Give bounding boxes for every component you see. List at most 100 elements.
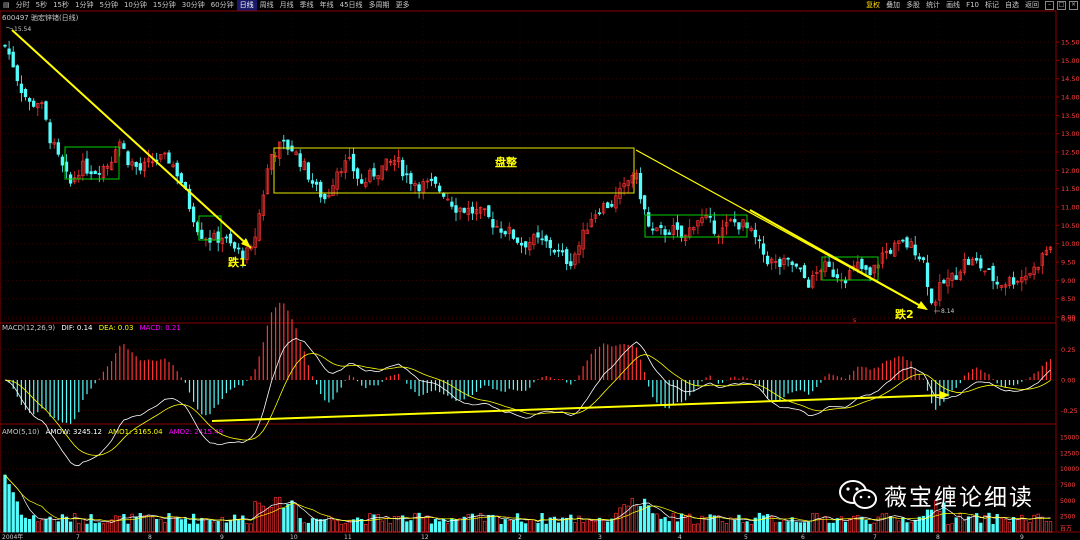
candle-body	[310, 180, 315, 184]
volume-bar	[950, 523, 954, 533]
x-tick-label: 9	[220, 534, 224, 540]
candle-body	[323, 193, 327, 200]
volume-bar	[528, 519, 532, 533]
candle-body	[540, 238, 544, 241]
candle-body	[651, 228, 655, 231]
volume-bar	[905, 522, 909, 533]
volume-bar	[224, 522, 229, 533]
volume-bar	[675, 521, 680, 533]
volume-bar	[589, 520, 593, 533]
volume-bar	[93, 523, 97, 533]
volume-bar	[733, 519, 737, 533]
x-tick-label: 6	[801, 534, 805, 540]
candle-body	[556, 249, 561, 252]
volume-bar	[126, 523, 130, 533]
volume-bar	[73, 513, 77, 533]
volume-bar	[323, 519, 327, 533]
candle-body	[314, 181, 319, 185]
volume-bar	[163, 522, 167, 533]
price-panel-frame	[0, 10, 1057, 324]
candle-body	[3, 44, 7, 47]
volume-bar	[7, 484, 11, 533]
volume-bar	[331, 519, 335, 533]
volume-bar	[187, 523, 192, 533]
macd-tick-label: 0.00	[1061, 377, 1075, 385]
grid-lines	[0, 11, 1056, 532]
candle-body	[442, 193, 446, 197]
volume-bar	[11, 492, 15, 533]
volume-bar	[364, 524, 368, 533]
volume-bar	[347, 520, 352, 533]
candle-body	[515, 237, 520, 243]
volume-bar	[556, 522, 561, 533]
volume-bar	[524, 523, 528, 533]
volume-bar	[1003, 519, 1008, 533]
volume-bar	[306, 522, 311, 533]
candle-body	[351, 153, 356, 172]
candle-body	[237, 247, 241, 250]
candle-body	[548, 239, 552, 249]
volume-bar	[729, 517, 733, 533]
volume-bar	[388, 522, 393, 533]
volume-bar	[802, 522, 807, 533]
volume-bar	[835, 518, 839, 533]
candle-body	[454, 205, 458, 213]
volume-bar	[278, 496, 282, 533]
volume-bar	[446, 523, 450, 533]
candle-body	[56, 142, 60, 155]
volume-bar	[901, 517, 905, 533]
candle-body	[191, 206, 196, 223]
candle-body	[905, 237, 909, 248]
volume-bar	[286, 503, 290, 533]
volume-bar	[1044, 520, 1049, 533]
price-tick-label: 11.00	[1061, 204, 1080, 212]
volume-bar	[843, 521, 848, 533]
candle-body	[913, 244, 917, 256]
volume-bar	[991, 524, 995, 533]
volume-bar	[540, 513, 544, 533]
volume-bar	[782, 519, 786, 533]
high-price-label: 15.54	[14, 26, 31, 33]
downtrend-line-2b	[749, 209, 927, 310]
volume-bar	[770, 516, 774, 533]
volume-bar	[1016, 519, 1020, 533]
volume-bar	[511, 519, 516, 533]
volume-bar	[200, 517, 204, 533]
x-tick-label: 8	[148, 534, 152, 540]
kline-chart[interactable]: 15.50 15.00 14.50 14.00 13.50 13.00 12.50 12.00…	[0, 0, 1080, 540]
candle-body	[437, 185, 442, 192]
amo-tick-label: 12500	[1060, 450, 1079, 457]
candle-body	[925, 262, 930, 287]
candle-body	[355, 168, 360, 179]
volume-bar	[630, 497, 634, 533]
candle-body	[487, 205, 491, 217]
x-tick-label: 7	[76, 534, 80, 540]
volume-bar	[335, 520, 339, 533]
volume-bar	[265, 508, 270, 533]
candle-body	[757, 239, 762, 242]
volume-bar	[314, 518, 319, 533]
volume-bar	[167, 513, 171, 533]
volume-bar	[89, 514, 93, 533]
volume-bar	[720, 521, 725, 533]
x-tick-label: 9	[1020, 534, 1024, 540]
volume-bar	[60, 514, 65, 533]
candle-body	[606, 202, 610, 209]
volume-bar	[257, 502, 261, 533]
volume-bar	[232, 514, 237, 533]
volume-bar	[798, 522, 803, 533]
volume-bar	[893, 517, 897, 533]
volume-bar	[384, 517, 388, 533]
candle-body	[511, 229, 516, 239]
volume-bar	[487, 514, 491, 533]
x-tick-label: 3	[598, 534, 602, 540]
volume-bar	[208, 519, 212, 533]
candle-body	[32, 100, 36, 107]
volume-bar	[888, 516, 893, 533]
volume-bar	[56, 521, 60, 533]
candle-body	[429, 178, 434, 182]
volume-bar	[421, 517, 425, 533]
candle-body	[667, 232, 671, 235]
volume-bar	[40, 519, 44, 533]
candle-body	[610, 204, 614, 207]
